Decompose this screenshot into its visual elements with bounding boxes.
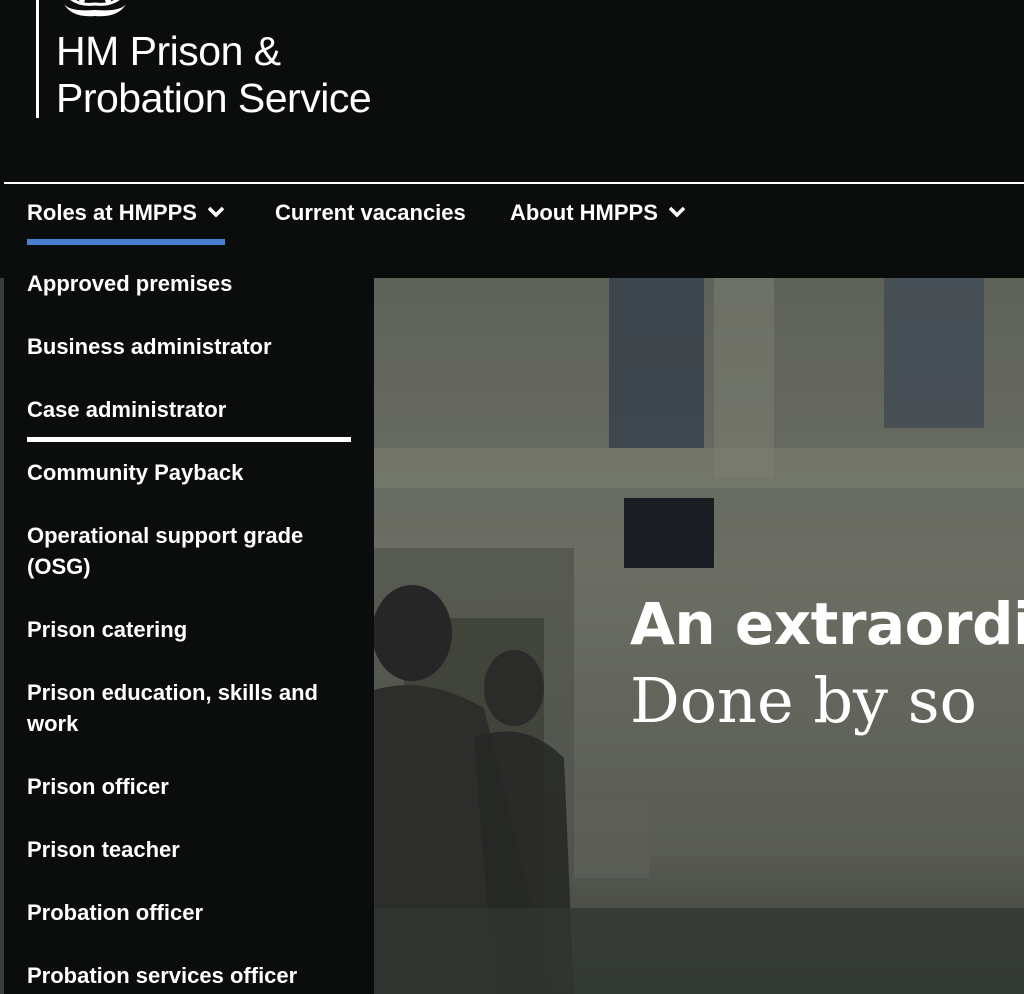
hero-headline: An extraordi [630,590,1024,658]
menu-item-prison-officer[interactable]: Prison officer [27,771,347,802]
nav-current-vacancies[interactable]: Current vacancies [275,200,466,246]
brand-line-2: Probation Service [56,75,372,121]
menu-item-prison-teacher[interactable]: Prison teacher [27,834,347,865]
nav-roles-label: Roles at HMPPS [27,200,197,225]
menu-item-probation-services-officer[interactable]: Probation services officer [27,960,347,991]
menu-item-business-administrator[interactable]: Business administrator [27,331,347,362]
chevron-down-icon [668,206,686,218]
brand-line-1: HM Prison & [56,28,281,74]
nav-roles-at-hmpps[interactable]: Roles at HMPPS [27,200,225,246]
hero-banner: An extraordi Done by so [374,278,1024,994]
nav-about-hmpps[interactable]: About HMPPS [510,200,686,246]
menu-item-prison-catering[interactable]: Prison catering [27,614,347,645]
hero-subheadline: Done by so [630,664,977,737]
nav-about-label: About HMPPS [510,200,658,225]
menu-item-case-administrator[interactable]: Case administrator [27,394,351,442]
royal-crest-icon [64,0,126,17]
site-header: HM Prison & Probation Service [0,0,1024,184]
menu-item-community-payback[interactable]: Community Payback [27,457,347,488]
roles-dropdown-menu: Approved premises Business administrator… [4,271,374,994]
brand-divider [36,0,39,118]
menu-item-probation-officer[interactable]: Probation officer [27,897,347,928]
main-navigation: Roles at HMPPS Current vacancies About H… [0,184,1024,278]
menu-item-operational-support-grade[interactable]: Operational support grade (OSG) [27,520,347,582]
chevron-down-icon [207,206,225,218]
menu-item-approved-premises[interactable]: Approved premises [27,268,347,299]
nav-vacancies-label: Current vacancies [275,200,466,225]
site-logo-link[interactable]: HM Prison & Probation Service [56,28,372,122]
menu-item-prison-education[interactable]: Prison education, skills and work [27,677,347,739]
